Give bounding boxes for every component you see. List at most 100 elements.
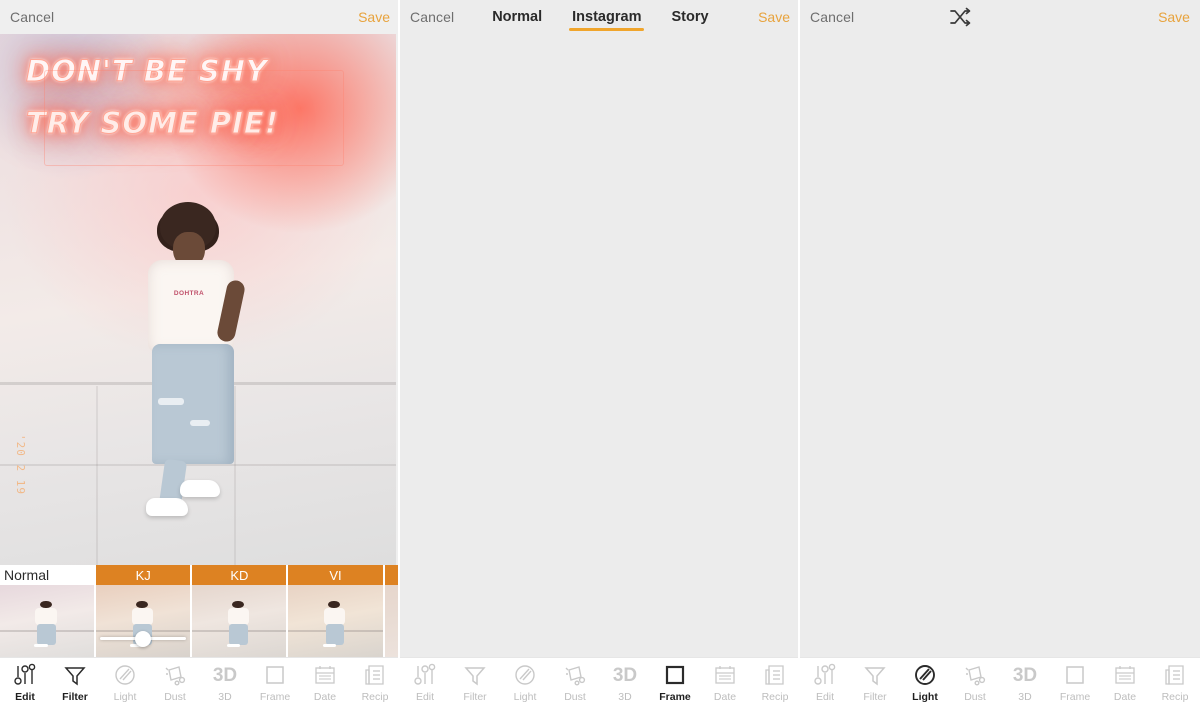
tool-light[interactable]: Light: [901, 661, 949, 703]
tool-frame[interactable]: Frame: [251, 661, 299, 703]
tool-label: Light: [912, 691, 938, 703]
funnel-icon: [462, 661, 488, 689]
save-button[interactable]: Save: [1158, 9, 1190, 25]
tab-normal[interactable]: Normal: [492, 0, 542, 34]
filter-item-normal[interactable]: Normal: [0, 565, 97, 657]
tool-recip[interactable]: Recip: [751, 661, 799, 703]
tool-label: Light: [113, 691, 137, 703]
photo-datestamp: '20 2 19: [14, 434, 27, 495]
filter-thumbnail: [192, 585, 287, 657]
funnel-icon: [862, 661, 888, 689]
tool-label: Date: [1113, 691, 1137, 703]
light-panel-toolbar[interactable]: Edit Filter Light Dust 3D 3D Frame Date …: [800, 657, 1200, 710]
tool-date[interactable]: Date: [1101, 661, 1149, 703]
app-root: Cancel Save DON'T BE SHY TRY SOME PIE! D…: [0, 0, 1200, 710]
light-panel-header: Cancel Save: [800, 0, 1200, 34]
tool-filter[interactable]: Filter: [851, 661, 899, 703]
receipt-icon: [762, 661, 788, 689]
thumbnail-art: [288, 585, 383, 657]
frame-tabs[interactable]: Normal Instagram Story: [492, 0, 709, 34]
3d-glyph: 3D: [1012, 664, 1038, 686]
lens-flare-icon: [112, 661, 138, 689]
tool-3d[interactable]: 3D 3D: [601, 661, 649, 704]
tool-recip[interactable]: Recip: [351, 661, 399, 703]
3d-glyph: 3D: [612, 664, 638, 686]
sliders-icon: [412, 661, 438, 689]
jeans-rip-2: [190, 420, 210, 426]
tool-light[interactable]: Light: [501, 661, 549, 703]
tool-label: Filter: [463, 691, 487, 703]
square-frame-icon: [262, 661, 288, 689]
frame-panel-toolbar[interactable]: Edit Filter Light Dust 3D 3D Frame Date …: [400, 657, 800, 710]
subject-shoe-right: [180, 480, 220, 497]
tool-label: Edit: [15, 691, 35, 703]
cancel-button[interactable]: Cancel: [10, 9, 54, 25]
jeans-rip-1: [158, 398, 184, 405]
filter-thumbnail: [0, 585, 95, 657]
tool-frame[interactable]: Frame: [1051, 661, 1099, 703]
tool-label: Dust: [164, 691, 186, 703]
panel-divider-2: [798, 0, 800, 710]
funnel-icon: [62, 661, 88, 689]
tool-dust[interactable]: Dust: [151, 661, 199, 703]
save-button[interactable]: Save: [358, 9, 390, 25]
tab-instagram[interactable]: Instagram: [569, 0, 645, 34]
tool-recip[interactable]: Recip: [1151, 661, 1199, 703]
tool-label: Date: [313, 691, 337, 703]
calendar-icon: [1112, 661, 1138, 689]
filter-item-vi[interactable]: VI: [288, 565, 385, 657]
filter-strip[interactable]: Normal KJ KD VI: [0, 565, 400, 657]
tool-dust[interactable]: Dust: [551, 661, 599, 703]
tool-3d[interactable]: 3D 3D: [1001, 661, 1049, 704]
filter-photo-preview[interactable]: DON'T BE SHY TRY SOME PIE! DOHTRA '20 2: [0, 34, 396, 565]
thumbnail-art: [192, 585, 287, 657]
tool-label: Frame: [1059, 691, 1091, 703]
receipt-icon: [362, 661, 388, 689]
tool-edit[interactable]: Edit: [401, 661, 449, 703]
3d-icon: 3D: [613, 661, 637, 689]
save-button[interactable]: Save: [758, 9, 790, 25]
tool-label: Light: [513, 691, 537, 703]
photo-subject: DOHTRA: [118, 202, 308, 516]
filter-item-kd[interactable]: KD: [192, 565, 289, 657]
tool-dust[interactable]: Dust: [951, 661, 999, 703]
tab-story[interactable]: Story: [671, 0, 708, 34]
square-frame-icon: [662, 661, 688, 689]
filter-item-label: [384, 565, 398, 585]
filter-item-kj[interactable]: KJ: [96, 565, 193, 657]
filter-panel-toolbar[interactable]: Edit Filter Light Dust 3D 3D Frame Date …: [0, 657, 400, 710]
tool-label: Recip: [1161, 691, 1189, 703]
tool-label: Frame: [259, 691, 291, 703]
dust-spray-icon: [562, 661, 588, 689]
light-panel: Cancel Save '20 2 19: [800, 0, 1200, 710]
cancel-button[interactable]: Cancel: [410, 9, 454, 25]
sliders-icon: [812, 661, 838, 689]
filter-thumbnail: [96, 585, 191, 657]
tool-filter[interactable]: Filter: [451, 661, 499, 703]
tool-filter[interactable]: Filter: [51, 661, 99, 703]
filter-thumbnail: [288, 585, 383, 657]
tool-edit[interactable]: Edit: [1, 661, 49, 703]
frame-panel-header: Cancel Normal Instagram Story Save: [400, 0, 800, 34]
frame-panel: Cancel Normal Instagram Story Save Edit …: [400, 0, 800, 710]
cancel-button[interactable]: Cancel: [810, 9, 854, 25]
tool-date[interactable]: Date: [301, 661, 349, 703]
filter-item-label: KJ: [96, 565, 191, 585]
square-frame-icon: [1062, 661, 1088, 689]
tool-label: Recip: [761, 691, 789, 703]
dust-spray-icon: [962, 661, 988, 689]
3d-icon: 3D: [213, 661, 237, 689]
tool-3d[interactable]: 3D 3D: [201, 661, 249, 704]
neon-sign: DON'T BE SHY TRY SOME PIE!: [26, 55, 356, 166]
3d-icon: 3D: [1013, 661, 1037, 689]
sliders-icon: [12, 661, 38, 689]
tool-date[interactable]: Date: [701, 661, 749, 703]
tool-frame[interactable]: Frame: [651, 661, 699, 703]
tool-edit[interactable]: Edit: [801, 661, 849, 703]
shuffle-icon[interactable]: [947, 6, 973, 28]
tool-label: Dust: [964, 691, 986, 703]
tool-label: Date: [713, 691, 737, 703]
tool-light[interactable]: Light: [101, 661, 149, 703]
filter-item-label: VI: [288, 565, 383, 585]
receipt-icon: [1162, 661, 1188, 689]
